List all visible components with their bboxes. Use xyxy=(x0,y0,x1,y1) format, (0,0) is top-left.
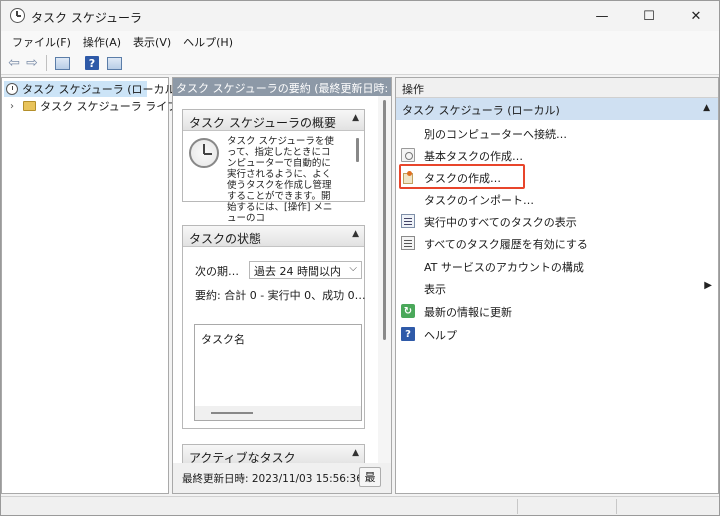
collapse-caret-icon[interactable]: ▲ xyxy=(352,113,359,123)
menu-bar: ファイル(F) 操作(A) 表示(V) ヘルプ(H) xyxy=(1,31,719,51)
clock-icon xyxy=(6,83,18,95)
active-tasks-section: アクティブなタスク ▲ xyxy=(182,444,365,463)
show-hide-action-pane-icon[interactable] xyxy=(105,54,123,72)
status-summary: 要約: 合計 0 - 実行中 0、成功 0… xyxy=(195,289,366,302)
collapse-caret-icon[interactable]: ▲ xyxy=(352,229,359,239)
toolbar-separator xyxy=(46,55,47,71)
menu-action[interactable]: 操作(A) xyxy=(78,31,126,51)
action-connect-another-computer[interactable]: 別のコンピューターへ接続… xyxy=(396,122,718,144)
collapse-caret-icon[interactable]: ▲ xyxy=(352,448,359,458)
overview-section-header[interactable]: タスク スケジューラの概要 ▲ xyxy=(183,110,364,131)
task-scheduler-window: タスク スケジューラ — ☐ ✕ ファイル(F) 操作(A) 表示(V) ヘルプ… xyxy=(0,0,720,516)
action-at-service-account[interactable]: AT サービスのアカウントの構成 xyxy=(396,255,718,277)
task-status-list[interactable]: タスク名 xyxy=(194,324,362,421)
refresh-button[interactable]: 最 xyxy=(359,467,381,487)
section-title: タスクの状態 xyxy=(189,232,262,246)
action-refresh[interactable]: ↻ 最新の情報に更新 xyxy=(396,300,718,322)
action-label: 最新の情報に更新 xyxy=(424,306,512,319)
actions-group-header[interactable]: タスク スケジューラ (ローカル) ▲ xyxy=(396,98,718,120)
status-bar xyxy=(1,496,719,515)
action-help[interactable]: ? ヘルプ xyxy=(396,323,718,345)
action-label: すべてのタスク履歴を有効にする xyxy=(424,238,588,251)
overview-text: タスク スケジューラを使って、指定したときにコンピューターで自動的に実行されるよ… xyxy=(227,136,334,224)
tree-item-local[interactable]: タスク スケジューラ (ローカル) xyxy=(4,81,180,97)
action-create-basic-task[interactable]: 基本タスクの作成… xyxy=(396,144,718,166)
overview-section: タスク スケジューラの概要 ▲ タスク スケジューラを使って、指定したときにコン… xyxy=(182,109,365,224)
action-label: 表示 xyxy=(424,283,446,296)
forward-arrow-icon[interactable]: ⇨ xyxy=(24,54,40,72)
task-scheduler-clock-icon xyxy=(10,8,25,23)
actions-header: 操作 xyxy=(396,78,718,98)
folder-icon xyxy=(23,101,36,111)
period-select-value: 過去 24 時間以内 xyxy=(254,265,341,278)
summary-pane: タスク スケジューラの要約 (最終更新日時: 2023/ タスク スケジューラの… xyxy=(172,77,392,494)
task-status-section: タスクの状態 ▲ 次の期… 過去 24 時間以内 ⌵ 要約: 合計 0 - 実行… xyxy=(182,225,366,429)
summary-vertical-scrollbar[interactable] xyxy=(378,96,391,463)
back-arrow-icon[interactable]: ⇦ xyxy=(6,54,22,72)
maximize-button[interactable]: ☐ xyxy=(626,1,672,31)
window-title: タスク スケジューラ xyxy=(31,11,142,25)
task-scheduler-clock-icon xyxy=(189,138,219,168)
basic-task-icon xyxy=(401,148,415,162)
status-bar-divider xyxy=(616,499,617,514)
close-button[interactable]: ✕ xyxy=(673,1,719,31)
console-tree: タスク スケジューラ (ローカル) › タスク スケジューラ ライブラリ xyxy=(1,77,200,494)
action-create-task[interactable]: タスクの作成… xyxy=(396,166,718,188)
toolbar: ⇦ ⇨ ? xyxy=(1,51,719,75)
submenu-arrow-icon: ▶ xyxy=(704,280,712,291)
overview-scrollbar[interactable] xyxy=(356,138,359,162)
action-view[interactable]: 表示 ▶ xyxy=(396,277,718,299)
action-label: 基本タスクの作成… xyxy=(424,150,523,163)
summary-footer: 最終更新日時: 2023/11/03 15:56:36 最 xyxy=(173,463,391,493)
help-icon: ? xyxy=(401,327,415,341)
active-tasks-section-header[interactable]: アクティブなタスク ▲ xyxy=(183,445,364,463)
period-label: 次の期… xyxy=(195,265,239,278)
title-bar: タスク スケジューラ — ☐ ✕ xyxy=(1,1,719,31)
action-label: タスクの作成… xyxy=(424,172,501,185)
summary-body: タスク スケジューラの概要 ▲ タスク スケジューラを使って、指定したときにコン… xyxy=(173,96,391,463)
summary-header: タスク スケジューラの要約 (最終更新日時: 2023/ xyxy=(173,78,391,96)
section-title: アクティブなタスク xyxy=(189,451,296,463)
status-bar-divider xyxy=(517,499,518,514)
scroll-thumb[interactable] xyxy=(211,412,253,414)
help-icon[interactable]: ? xyxy=(83,54,101,72)
minimize-button[interactable]: — xyxy=(579,1,625,31)
menu-help[interactable]: ヘルプ(H) xyxy=(178,31,238,51)
section-title: タスク スケジューラの概要 xyxy=(189,116,336,130)
actions-group-label: タスク スケジューラ (ローカル) xyxy=(402,104,560,117)
chevron-down-icon: ⌵ xyxy=(349,263,357,274)
horizontal-scrollbar[interactable] xyxy=(195,406,361,420)
action-label: ヘルプ xyxy=(424,329,457,342)
action-label: AT サービスのアカウントの構成 xyxy=(424,261,584,274)
action-label: タスクのインポート… xyxy=(424,194,534,207)
menu-view[interactable]: 表示(V) xyxy=(128,31,176,51)
column-header-task-name[interactable]: タスク名 xyxy=(201,331,245,347)
action-import-task[interactable]: タスクのインポート… xyxy=(396,188,718,210)
action-display-running-tasks[interactable]: 実行中のすべてのタスクの表示 xyxy=(396,210,718,232)
expand-chevron-icon[interactable]: › xyxy=(10,101,20,112)
collapse-caret-icon[interactable]: ▲ xyxy=(703,103,710,113)
scroll-thumb[interactable] xyxy=(383,100,386,340)
refresh-icon: ↻ xyxy=(401,304,415,318)
action-enable-task-history[interactable]: すべてのタスク履歴を有効にする xyxy=(396,232,718,254)
running-tasks-icon xyxy=(401,214,415,228)
action-label: 別のコンピューターへ接続… xyxy=(424,128,567,141)
period-select[interactable]: 過去 24 時間以内 ⌵ xyxy=(249,261,362,279)
action-label: 実行中のすべてのタスクの表示 xyxy=(424,216,577,229)
last-updated-text: 最終更新日時: 2023/11/03 15:56:36 xyxy=(182,473,363,485)
show-hide-console-tree-icon[interactable] xyxy=(53,54,71,72)
actions-pane: 操作 タスク スケジューラ (ローカル) ▲ 別のコンピューターへ接続… 基本タ… xyxy=(395,77,719,494)
task-history-icon xyxy=(401,236,415,250)
task-status-section-header[interactable]: タスクの状態 ▲ xyxy=(183,226,364,247)
menu-file[interactable]: ファイル(F) xyxy=(7,31,76,51)
create-task-icon xyxy=(401,170,415,184)
tree-item-label: タスク スケジューラ (ローカル) xyxy=(22,83,180,96)
